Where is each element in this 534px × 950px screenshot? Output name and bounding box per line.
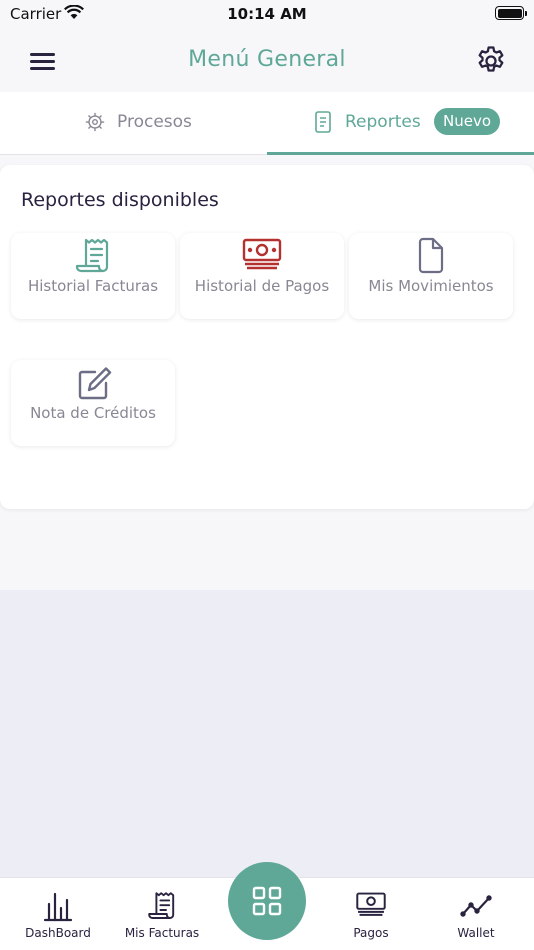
report-historial-facturas[interactable]: Historial Facturas [11, 233, 175, 319]
tab-procesos-label: Procesos [117, 112, 192, 132]
nav-label: Pagos [353, 926, 389, 940]
nav-label: Mis Facturas [124, 926, 200, 940]
tab-procesos[interactable]: Procesos [0, 92, 267, 154]
status-time: 10:14 AM [227, 5, 307, 23]
nav-wallet[interactable]: Wallet [426, 878, 526, 950]
report-historial-pagos[interactable]: Historial de Pagos [180, 233, 344, 319]
gear-icon [85, 112, 105, 132]
report-nota-creditos[interactable]: Nota de Créditos [11, 360, 175, 446]
trend-line-icon [460, 895, 492, 917]
tile-label: Historial de Pagos [194, 277, 330, 295]
edit-icon [78, 367, 112, 400]
nav-label: Wallet [457, 926, 495, 940]
nav-pagos[interactable]: Pagos [321, 878, 421, 950]
nav-mis-facturas[interactable]: Mis Facturas [112, 878, 212, 950]
nav-label: DashBoard [25, 926, 91, 940]
new-badge: Nuevo [434, 108, 501, 135]
gear-icon [478, 46, 504, 72]
bar-chart-icon [43, 892, 73, 922]
page-title: Menú General [188, 47, 346, 72]
status-bar: Carrier 10:14 AM [0, 0, 534, 28]
nav-dashboard[interactable]: DashBoard [8, 878, 108, 950]
receipt-icon [75, 238, 109, 273]
document-icon [315, 111, 331, 133]
active-tab-indicator [267, 152, 534, 155]
file-icon [418, 237, 444, 274]
battery-icon [495, 6, 527, 20]
tab-bar: Procesos Reportes Nuevo [0, 92, 534, 155]
cash-icon [242, 238, 282, 270]
tab-reportes-label: Reportes [345, 112, 421, 132]
grid-icon [252, 886, 282, 916]
cash-icon [356, 892, 386, 916]
settings-button[interactable] [474, 44, 508, 78]
section-title: Reportes disponibles [21, 189, 219, 211]
tile-label: Historial Facturas [27, 277, 159, 295]
receipt-icon [148, 892, 175, 919]
reports-card: Reportes disponibles Historial Facturas … [0, 165, 534, 509]
main-menu-fab[interactable] [228, 862, 306, 940]
app-header: Menú General [0, 30, 534, 92]
tile-label: Nota de Créditos [30, 404, 156, 422]
tab-reportes[interactable]: Reportes Nuevo [267, 92, 534, 154]
report-mis-movimientos[interactable]: Mis Movimientos [349, 233, 513, 319]
tile-label: Mis Movimientos [368, 277, 494, 295]
